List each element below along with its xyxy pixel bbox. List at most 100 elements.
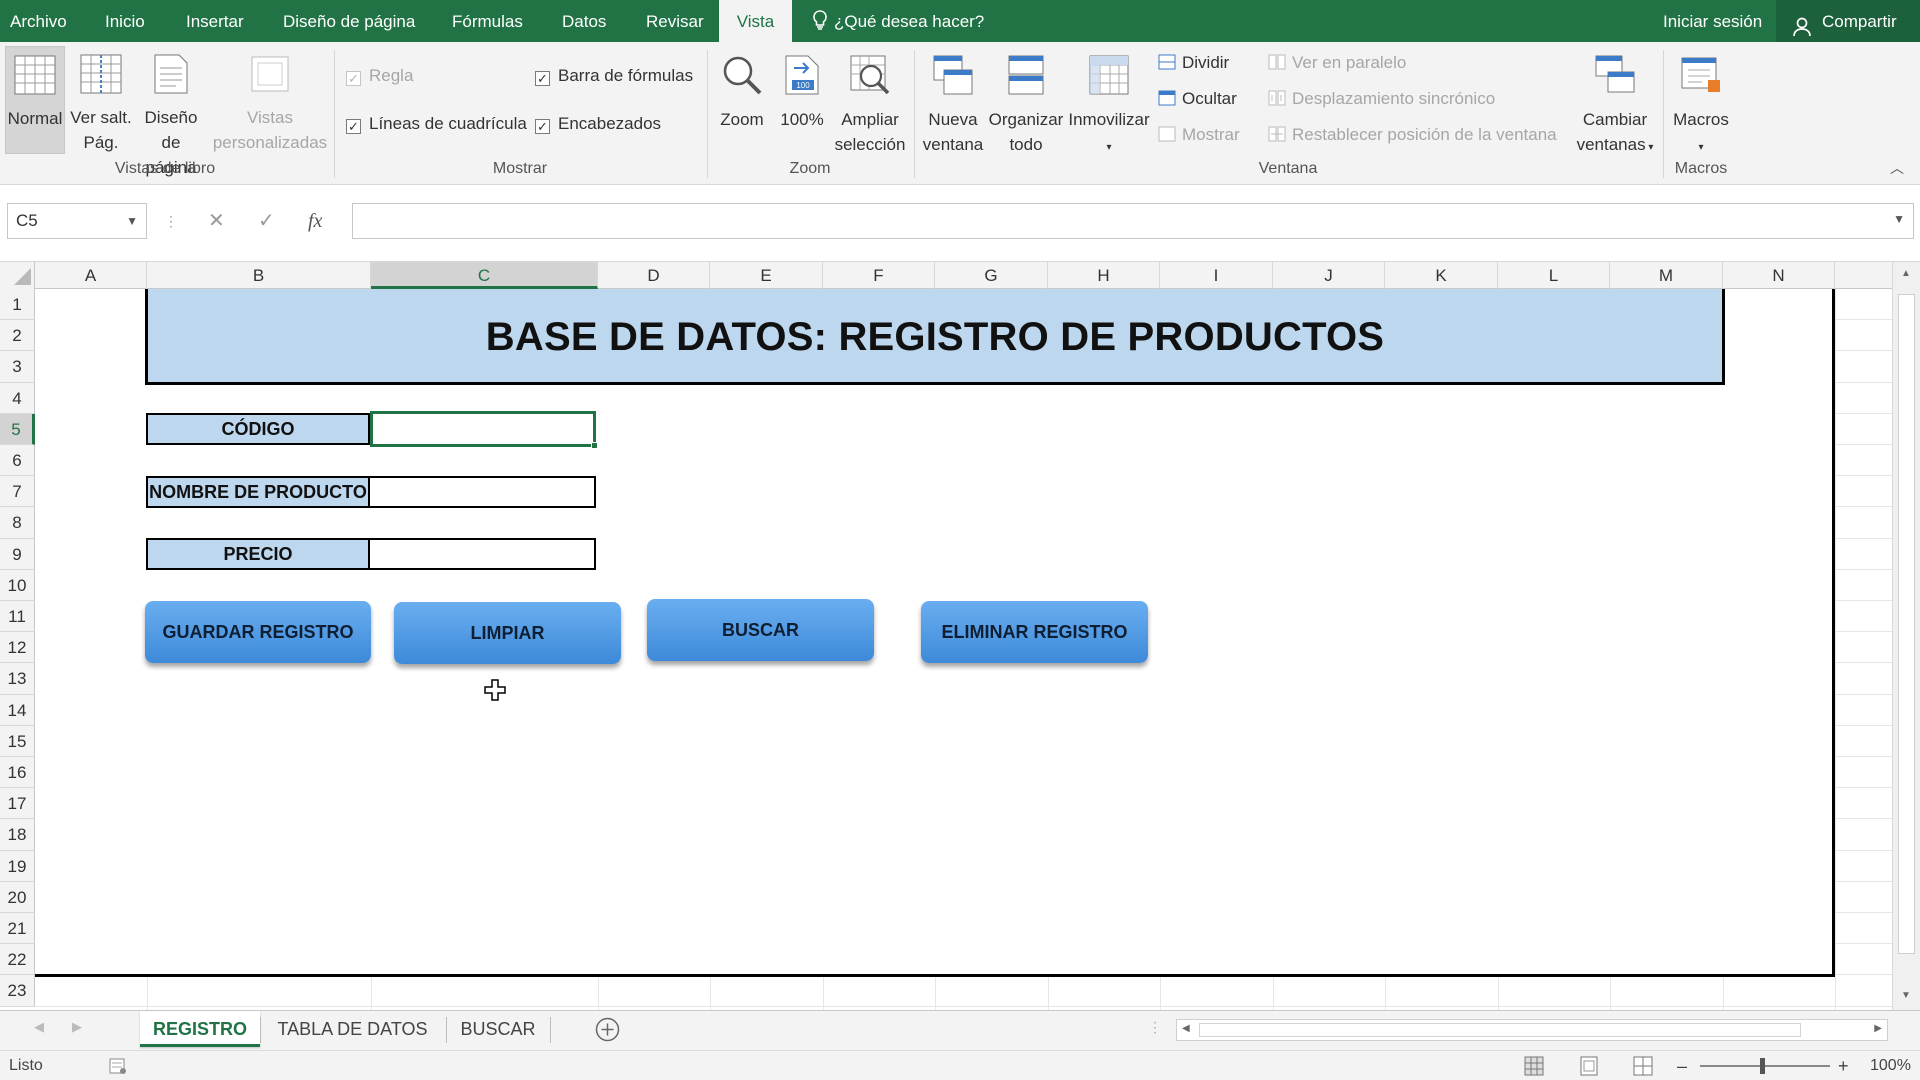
row-header[interactable]: 8 xyxy=(0,507,35,539)
scroll-up-icon[interactable]: ▲ xyxy=(1901,268,1911,279)
macro-record-icon[interactable] xyxy=(108,1056,128,1076)
row-header[interactable]: 20 xyxy=(0,881,35,913)
row-header[interactable]: 10 xyxy=(0,569,35,601)
row-header[interactable]: 1 xyxy=(0,289,35,321)
vertical-scrollbar[interactable]: ▲ ▼ xyxy=(1892,262,1920,1010)
scroll-left-icon[interactable]: ◀ xyxy=(1182,1023,1190,1034)
page-break-view-button[interactable]: Ver salt. Pág. xyxy=(68,46,134,154)
precio-input[interactable] xyxy=(370,538,596,570)
tab-inicio[interactable]: Inicio xyxy=(105,0,145,42)
row-header[interactable]: 23 xyxy=(0,975,35,1007)
column-header[interactable]: L xyxy=(1498,262,1610,289)
insert-function-icon[interactable]: fx xyxy=(308,203,322,239)
row-header[interactable]: 6 xyxy=(0,445,35,477)
column-header-selected[interactable]: C xyxy=(371,262,598,289)
split-button[interactable]: Dividir xyxy=(1158,51,1229,75)
vertical-scroll-thumb[interactable] xyxy=(1898,294,1915,954)
column-header[interactable]: N xyxy=(1723,262,1835,289)
fill-handle[interactable] xyxy=(591,442,598,449)
freeze-panes-button[interactable]: Inmovilizar ▾ xyxy=(1066,46,1152,154)
row-header[interactable]: 7 xyxy=(0,476,35,508)
row-header[interactable]: 9 xyxy=(0,538,35,570)
side-by-side-button[interactable]: Ver en paralelo xyxy=(1268,51,1406,75)
switch-windows-button[interactable]: Cambiar ventanas ▾ xyxy=(1572,46,1658,154)
row-header[interactable]: 11 xyxy=(0,601,35,633)
macros-button[interactable]: Macros ▾ xyxy=(1668,46,1734,154)
tab-archivo[interactable]: Archivo xyxy=(10,0,67,42)
column-header[interactable]: F xyxy=(823,262,935,289)
row-header[interactable]: 14 xyxy=(0,694,35,726)
prev-sheet-icon[interactable]: ◀ xyxy=(34,1019,44,1035)
tab-insertar[interactable]: Insertar xyxy=(186,0,244,42)
column-header[interactable]: J xyxy=(1273,262,1385,289)
zoom-slider-thumb[interactable] xyxy=(1760,1058,1765,1074)
zoom-level[interactable]: 100% xyxy=(1870,1051,1911,1080)
column-header[interactable]: K xyxy=(1385,262,1498,289)
horizontal-scrollbar[interactable]: ◀ ▶ xyxy=(1176,1019,1888,1041)
column-header[interactable]: H xyxy=(1048,262,1160,289)
zoom-slider[interactable] xyxy=(1700,1065,1830,1067)
expand-formula-icon[interactable]: ▼ xyxy=(1893,212,1905,226)
sheet-tab-buscar[interactable]: BUSCAR xyxy=(452,1011,544,1047)
buscar-button[interactable]: BUSCAR xyxy=(647,599,874,661)
zoom-selection-button[interactable]: Ampliar selección xyxy=(832,46,908,154)
collapse-ribbon-icon[interactable]: ︿ xyxy=(1890,158,1904,178)
cancel-icon[interactable]: ✕ xyxy=(208,203,225,239)
guardar-registro-button[interactable]: GUARDAR REGISTRO xyxy=(145,601,371,663)
codigo-input[interactable] xyxy=(370,411,598,449)
sheet-tab-registro[interactable]: REGISTRO xyxy=(140,1011,260,1047)
share-button[interactable]: Compartir xyxy=(1776,0,1920,42)
chevron-down-icon[interactable]: ▼ xyxy=(126,204,138,238)
tab-revisar[interactable]: Revisar xyxy=(646,0,704,42)
tab-vista[interactable]: Vista xyxy=(719,0,792,42)
normal-view-button[interactable]: Normal xyxy=(5,46,65,154)
arrange-all-button[interactable]: Organizar todo xyxy=(986,46,1066,154)
column-header[interactable]: D xyxy=(598,262,710,289)
zoom-button[interactable]: Zoom xyxy=(714,46,770,154)
row-header[interactable]: 21 xyxy=(0,913,35,945)
sheet-tab-tabla-datos[interactable]: TABLA DE DATOS xyxy=(265,1011,440,1047)
row-header[interactable]: 17 xyxy=(0,788,35,820)
custom-views-button[interactable]: Vistas personalizadas xyxy=(212,46,328,154)
cells-area[interactable]: BASE DE DATOS: REGISTRO DE PRODUCTOS CÓD… xyxy=(35,289,1892,1010)
tab-formulas[interactable]: Fórmulas xyxy=(452,0,523,42)
gridlines-checkbox[interactable]: ✓ Líneas de cuadrícula xyxy=(346,112,527,136)
next-sheet-icon[interactable]: ▶ xyxy=(72,1019,82,1035)
row-header[interactable]: 22 xyxy=(0,944,35,976)
column-header[interactable]: A xyxy=(35,262,147,289)
column-header[interactable]: B xyxy=(147,262,371,289)
normal-view-status-icon[interactable] xyxy=(1523,1055,1545,1077)
column-header-partial[interactable] xyxy=(1835,262,1892,289)
new-window-button[interactable]: Nueva ventana xyxy=(922,46,984,154)
reset-position-button[interactable]: Restablecer posición de la ventana xyxy=(1268,123,1557,147)
name-box[interactable]: C5 ▼ xyxy=(7,203,147,239)
eliminar-registro-button[interactable]: ELIMINAR REGISTRO xyxy=(921,601,1148,663)
column-header[interactable]: G xyxy=(935,262,1048,289)
row-header[interactable]: 18 xyxy=(0,819,35,851)
add-sheet-icon[interactable] xyxy=(595,1017,620,1047)
hide-button[interactable]: Ocultar xyxy=(1158,87,1237,111)
row-header[interactable]: 12 xyxy=(0,632,35,664)
limpiar-button[interactable]: LIMPIAR xyxy=(394,602,621,664)
page-layout-view-button[interactable]: Diseño de página xyxy=(134,46,208,177)
formula-input[interactable]: ▼ xyxy=(352,203,1914,239)
row-header[interactable]: 19 xyxy=(0,850,35,882)
column-header[interactable]: M xyxy=(1610,262,1723,289)
tell-me-box[interactable]: ¿Qué desea hacer? xyxy=(812,0,984,42)
scroll-down-icon[interactable]: ▼ xyxy=(1901,990,1911,1001)
horizontal-scroll-thumb[interactable] xyxy=(1199,1023,1801,1037)
row-header-selected[interactable]: 5 xyxy=(0,413,35,445)
row-header[interactable]: 4 xyxy=(0,382,35,414)
zoom-100-button[interactable]: 100 100% xyxy=(774,46,830,154)
scroll-right-icon[interactable]: ▶ xyxy=(1874,1023,1882,1034)
nombre-input[interactable] xyxy=(370,476,596,508)
more-options-icon[interactable]: ⋮ xyxy=(164,203,178,239)
tab-datos[interactable]: Datos xyxy=(562,0,606,42)
tab-diseno-pagina[interactable]: Diseño de página xyxy=(283,0,415,42)
page-layout-status-icon[interactable] xyxy=(1578,1055,1600,1077)
column-header[interactable]: I xyxy=(1160,262,1273,289)
column-header[interactable]: E xyxy=(710,262,823,289)
enter-check-icon[interactable]: ✓ xyxy=(258,203,275,239)
sign-in-link[interactable]: Iniciar sesión xyxy=(1663,0,1762,42)
splitter-handle-icon[interactable]: ⋮ xyxy=(1148,1019,1162,1036)
